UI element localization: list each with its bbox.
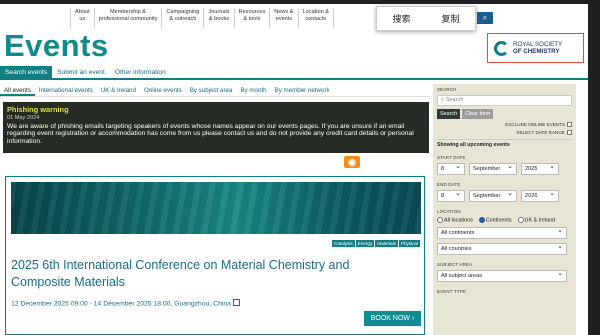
continents-select[interactable]: All continents xyxy=(437,226,567,240)
end-month-select[interactable]: September xyxy=(469,189,517,202)
radio-all-locations[interactable]: All locations xyxy=(437,217,473,223)
warning-title: Phishing warning xyxy=(7,105,69,114)
nav-news-events[interactable]: News & events xyxy=(270,8,299,28)
countries-select[interactable]: All countries xyxy=(437,242,567,256)
start-year-select[interactable]: 2025 xyxy=(521,162,559,175)
select-date-range-checkbox[interactable]: SELECT DATE RANGE xyxy=(437,130,572,135)
radio-uk-ireland[interactable]: UK & Ireland xyxy=(517,217,555,223)
tag-materials[interactable]: Materials xyxy=(375,240,398,247)
tag-catalysis[interactable]: Catalysis xyxy=(332,240,355,247)
clear-form-button[interactable]: Clear form xyxy=(462,109,494,119)
main-tabs: Search events Submit an event Other info… xyxy=(0,66,588,80)
event-title[interactable]: 2025 6th International Conference on Mat… xyxy=(11,257,411,291)
rss-icon[interactable]: ◉ xyxy=(344,156,360,168)
context-menu: 搜索 复制 xyxy=(376,6,476,31)
tab-submit-event[interactable]: Submit an event xyxy=(52,66,110,78)
subtab-online[interactable]: Online events xyxy=(140,84,186,96)
search-label: SEARCH xyxy=(437,87,457,92)
subject-area-select[interactable]: All subject areas xyxy=(437,269,567,283)
end-day-select[interactable]: 8 xyxy=(437,189,465,202)
context-menu-search[interactable]: 搜索 xyxy=(392,12,410,25)
rsc-logo-text: ROYAL SOCIETY OF CHEMISTRY xyxy=(513,41,563,55)
start-date-label: START DATE xyxy=(437,155,466,160)
context-menu-copy[interactable]: 复制 xyxy=(441,12,459,25)
sub-tabs: All events International events UK & Ire… xyxy=(0,84,430,97)
warning-body: We are aware of phishing emails targetin… xyxy=(7,123,414,145)
tab-search-events[interactable]: Search events xyxy=(0,66,53,78)
event-card: Catalysis Energy Materials Physical 2025… xyxy=(5,176,425,335)
subtab-all-events[interactable]: All events xyxy=(0,84,35,96)
page-title: Events xyxy=(4,28,109,63)
subtab-subject-area[interactable]: By subject area xyxy=(186,84,237,96)
location-label: LOCATION xyxy=(437,209,461,214)
start-day-select[interactable]: 8 xyxy=(437,162,465,175)
subject-area-label: SUBJECT AREA xyxy=(437,262,473,268)
event-tags: Catalysis Energy Materials Physical xyxy=(332,240,420,247)
subtab-international[interactable]: International events xyxy=(35,84,97,96)
radio-continents[interactable]: Continents xyxy=(478,217,512,223)
event-type-label: EVENT TYPE xyxy=(437,289,467,295)
warning-date: 01 May 2024 xyxy=(7,115,40,121)
phishing-warning: Phishing warning 01 May 2024 We are awar… xyxy=(3,102,429,153)
start-month-select[interactable]: September xyxy=(469,162,517,175)
nav-campaigning[interactable]: Campaigning & outreach xyxy=(162,8,205,28)
rsc-logo[interactable]: ROYAL SOCIETY OF CHEMISTRY xyxy=(487,33,584,63)
subtab-uk-ireland[interactable]: UK & Ireland xyxy=(97,84,140,96)
nav-resources[interactable]: Resources & tools xyxy=(235,8,271,28)
calendar-icon[interactable] xyxy=(232,299,240,306)
tab-other-information[interactable]: Other information xyxy=(110,66,171,78)
showing-text: Showing all upcoming events xyxy=(437,139,572,148)
rsc-logo-icon xyxy=(494,40,509,56)
nav-location[interactable]: Location & contacts xyxy=(299,8,334,28)
subtab-member-network[interactable]: By member network xyxy=(271,84,334,96)
nav-journals[interactable]: Journals & books xyxy=(204,8,235,28)
event-banner-image xyxy=(11,182,421,234)
subtab-by-month[interactable]: By month xyxy=(236,84,270,96)
top-nav: About us Membership & professional commu… xyxy=(70,8,334,28)
search-icon: ⌕ xyxy=(482,13,488,22)
page: About us Membership & professional commu… xyxy=(0,4,588,335)
nav-membership[interactable]: Membership & professional community xyxy=(95,8,163,28)
nav-about[interactable]: About us xyxy=(71,8,95,28)
checkbox-icon xyxy=(567,130,572,135)
tag-physical[interactable]: Physical xyxy=(398,240,420,247)
event-date: 12 December 2025 09:00 - 14 December 202… xyxy=(11,299,240,307)
book-now-button[interactable]: BOOK NOW › xyxy=(364,311,421,326)
search-button[interactable]: Search xyxy=(437,109,461,119)
search-sidebar: SEARCH ⌕ Search Search Clear form EXCLUD… xyxy=(433,84,576,335)
end-date-label: END DATE xyxy=(437,182,461,187)
site-search-button[interactable]: ⌕ xyxy=(477,12,493,24)
exclude-online-checkbox[interactable]: EXCLUDE ONLINE EVENTS xyxy=(437,122,572,127)
checkbox-icon xyxy=(567,122,572,127)
end-year-select[interactable]: 2026 xyxy=(521,189,559,202)
tag-energy[interactable]: Energy xyxy=(355,240,375,247)
sidebar-search-input[interactable]: ⌕ Search xyxy=(437,95,572,106)
